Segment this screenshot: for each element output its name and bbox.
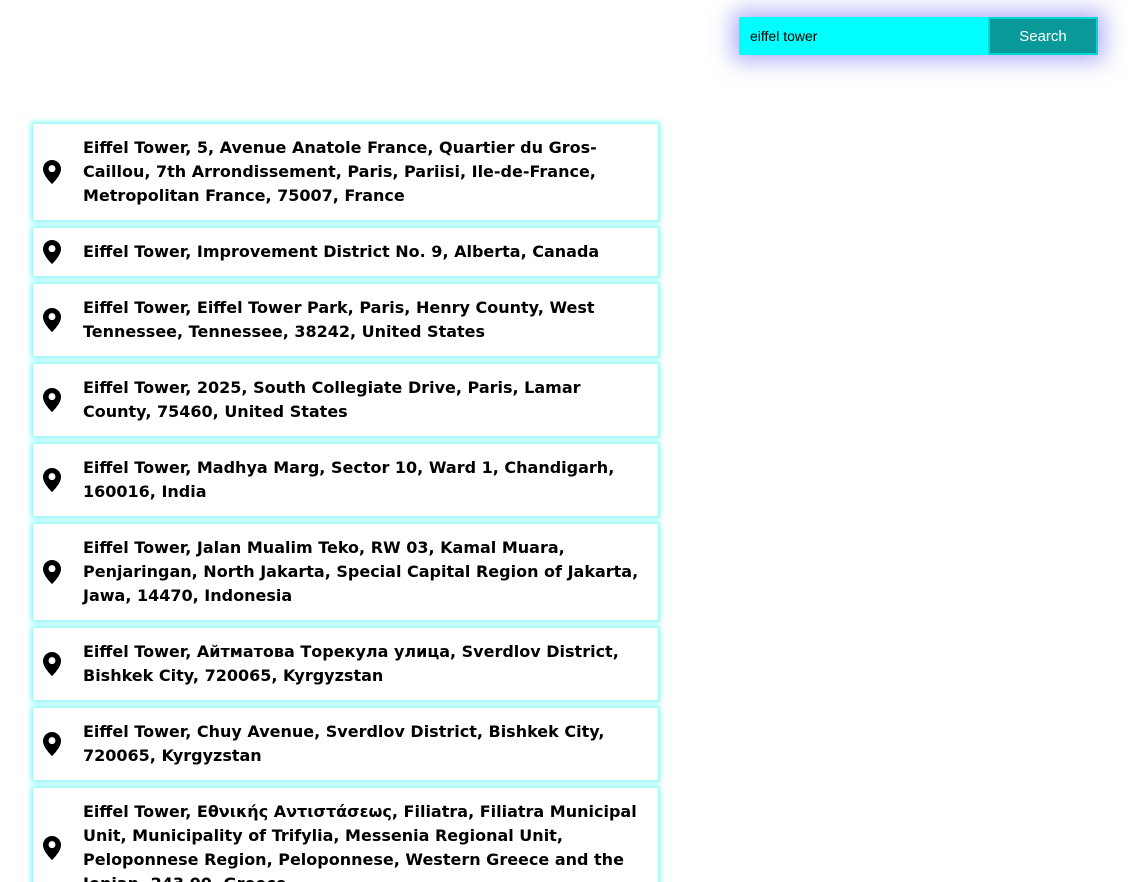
search-button[interactable]: Search — [988, 17, 1098, 55]
map-pin-icon — [43, 560, 61, 584]
map-pin-icon — [43, 240, 61, 264]
result-item[interactable]: Eiffel Tower, Jalan Mualim Teko, RW 03, … — [33, 524, 658, 620]
map-pin-icon — [43, 388, 61, 412]
map-pin-icon — [43, 652, 61, 676]
map-pin-icon — [43, 732, 61, 756]
map-pin-icon — [43, 160, 61, 184]
result-item[interactable]: Eiffel Tower, Eiffel Tower Park, Paris, … — [33, 284, 658, 356]
result-item[interactable]: Eiffel Tower, Εθνικής Αντιστάσεως, Filia… — [33, 788, 658, 882]
result-item[interactable]: Eiffel Tower, Айтматова Торекула улица, … — [33, 628, 658, 700]
search-bar: Search — [739, 17, 1098, 55]
result-label: Eiffel Tower, Айтматова Торекула улица, … — [83, 642, 619, 685]
result-item[interactable]: Eiffel Tower, Chuy Avenue, Sverdlov Dist… — [33, 708, 658, 780]
result-label: Eiffel Tower, Improvement District No. 9… — [83, 242, 600, 261]
result-item[interactable]: Eiffel Tower, 2025, South Collegiate Dri… — [33, 364, 658, 436]
result-label: Eiffel Tower, Chuy Avenue, Sverdlov Dist… — [83, 722, 605, 765]
map-pin-icon — [43, 468, 61, 492]
page: Search Eiffel Tower, 5, Avenue Anatole F… — [0, 0, 1142, 882]
result-label: Eiffel Tower, Jalan Mualim Teko, RW 03, … — [83, 538, 639, 605]
result-item[interactable]: Eiffel Tower, Madhya Marg, Sector 10, Wa… — [33, 444, 658, 516]
result-item[interactable]: Eiffel Tower, Improvement District No. 9… — [33, 228, 658, 276]
map-pin-icon — [43, 308, 61, 332]
search-input[interactable] — [739, 17, 988, 55]
result-label: Eiffel Tower, Madhya Marg, Sector 10, Wa… — [83, 458, 615, 501]
results-list: Eiffel Tower, 5, Avenue Anatole France, … — [33, 124, 658, 882]
result-label: Eiffel Tower, 5, Avenue Anatole France, … — [83, 138, 597, 205]
result-label: Eiffel Tower, Eiffel Tower Park, Paris, … — [83, 298, 595, 341]
result-label: Eiffel Tower, 2025, South Collegiate Dri… — [83, 378, 581, 421]
result-label: Eiffel Tower, Εθνικής Αντιστάσεως, Filia… — [83, 802, 637, 882]
map-pin-icon — [43, 836, 61, 860]
result-item[interactable]: Eiffel Tower, 5, Avenue Anatole France, … — [33, 124, 658, 220]
